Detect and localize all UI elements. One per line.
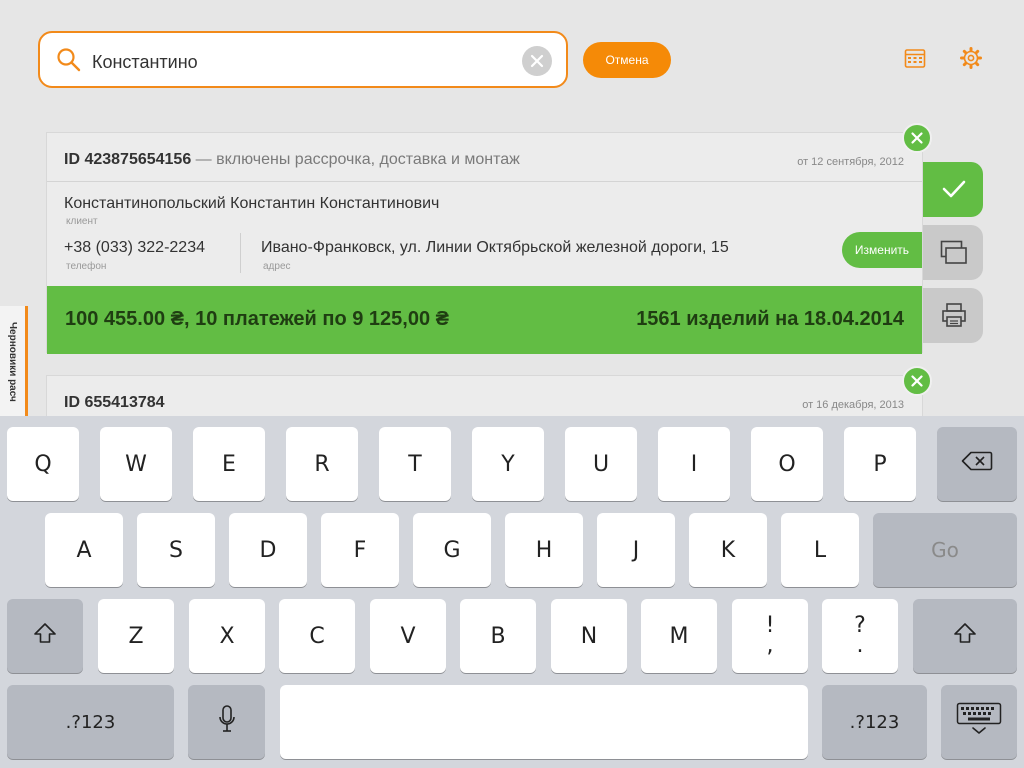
comma-char: , [766,633,774,658]
order-date: от 12 сентября, 2012 [797,156,904,168]
microphone-icon [218,704,236,740]
backspace-key[interactable] [937,427,1017,501]
shift-icon [33,622,57,650]
order-heading: ID 423875654156 — включены рассрочка, до… [64,151,520,169]
gear-icon[interactable] [959,46,983,75]
key-i[interactable]: I [658,427,730,501]
drafts-side-tab[interactable]: Черновики расч [0,306,28,418]
layers-icon [940,240,968,271]
key-z[interactable]: Z [98,599,174,673]
key-s[interactable]: S [137,513,215,587]
key-p[interactable]: P [844,427,916,501]
close-icon[interactable] [902,123,932,153]
print-button[interactable] [923,288,983,343]
search-input[interactable]: Константино [92,52,198,73]
key-t[interactable]: T [379,427,451,501]
drafts-side-tab-label: Черновики расч [7,322,18,402]
copy-button[interactable] [923,225,983,280]
printer-icon [941,302,967,333]
shift-key[interactable] [7,599,83,673]
clear-icon[interactable] [522,46,552,76]
key-w[interactable]: W [100,427,172,501]
key-a[interactable]: A [45,513,123,587]
numbers-key[interactable]: .?123 [7,685,174,759]
client-address: Ивано-Франковск, ул. Линии Октябрьской ж… [261,239,729,256]
client-phone: +38 (033) 322-2234 [64,239,205,256]
search-icon [56,47,82,78]
order-id: ID 423875654156 [64,151,192,168]
order-summary-band: 100 455.00 ₴, 10 платежей по 9 125,00 ₴ … [47,286,922,354]
key-y[interactable]: Y [472,427,544,501]
hide-keyboard-key[interactable] [941,685,1017,759]
key-h[interactable]: H [505,513,583,587]
question-period-key[interactable]: ? . [822,599,898,673]
exclamation-comma-key[interactable]: ! , [732,599,808,673]
order-description: — включены рассрочка, доставка и монтаж [191,151,520,168]
key-n[interactable]: N [551,599,627,673]
close-icon[interactable] [902,366,932,396]
backspace-icon [961,451,993,477]
divider [47,181,922,182]
space-bar[interactable] [280,685,808,759]
key-k[interactable]: K [689,513,767,587]
key-o[interactable]: O [751,427,823,501]
key-d[interactable]: D [229,513,307,587]
period-char: . [856,633,864,658]
divider [240,233,241,273]
key-l[interactable]: L [781,513,859,587]
checkmark-icon [941,178,967,205]
confirm-button[interactable] [923,162,983,217]
client-caption: клиент [66,216,98,227]
key-m[interactable]: M [641,599,717,673]
shift-key-right[interactable] [913,599,1017,673]
key-b[interactable]: B [460,599,536,673]
order-date: от 16 декабря, 2013 [802,399,904,411]
key-r[interactable]: R [286,427,358,501]
payment-summary: 100 455.00 ₴, 10 платежей по 9 125,00 ₴ [65,308,449,330]
key-c[interactable]: C [279,599,355,673]
keyboard-hide-icon [956,702,1002,742]
key-g[interactable]: G [413,513,491,587]
items-summary: 1561 изделий на 18.04.2014 [636,308,904,330]
numbers-key-right[interactable]: .?123 [822,685,927,759]
order-card[interactable]: ID 423875654156 — включены рассрочка, до… [46,132,923,354]
order-id: ID 655413784 [64,394,165,411]
key-q[interactable]: Q [7,427,79,501]
dictation-key[interactable] [188,685,265,759]
key-e[interactable]: E [193,427,265,501]
edit-button[interactable]: Изменить [842,232,922,268]
key-f[interactable]: F [321,513,399,587]
address-caption: адрес [263,261,291,272]
on-screen-keyboard: Q W E R T Y U I O P A S D F G H J K L Go… [0,416,1024,768]
phone-caption: телефон [66,261,107,272]
key-u[interactable]: U [565,427,637,501]
search-field[interactable]: Константино [38,31,568,88]
calendar-icon[interactable] [903,46,927,75]
client-name: Константинопольский Константин Константи… [64,195,440,212]
go-key[interactable]: Go [873,513,1017,587]
order-heading: ID 655413784 [64,394,165,412]
cancel-button[interactable]: Отмена [583,42,671,78]
shift-icon [953,622,977,650]
key-j[interactable]: J [597,513,675,587]
key-x[interactable]: X [189,599,265,673]
key-v[interactable]: V [370,599,446,673]
